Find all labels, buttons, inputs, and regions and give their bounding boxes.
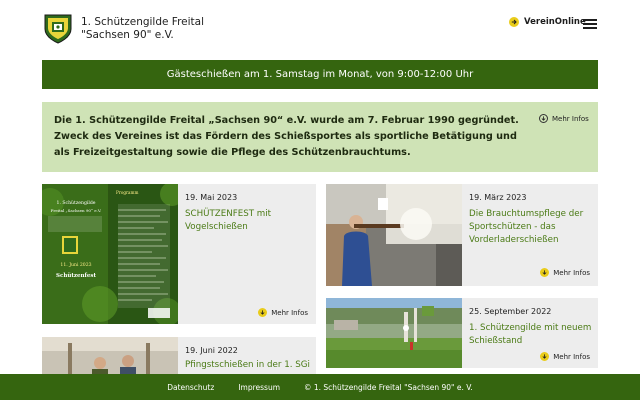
news-title[interactable]: SCHÜTZENFEST mit Vogelschießen xyxy=(185,208,315,234)
arrow-down-circle-icon xyxy=(258,308,268,317)
poster-program-heading: Programm xyxy=(116,190,138,195)
verein-online-label: VereinOnline xyxy=(524,17,586,27)
club-logo[interactable] xyxy=(43,13,73,45)
club-name-line1: 1. Schützengilde Freital xyxy=(81,16,205,28)
imprint-link[interactable]: Impressum xyxy=(238,383,280,392)
banner-text: Gästeschießen am 1. Samstag im Monat, vo… xyxy=(166,69,474,80)
news-title[interactable]: 1. Schützengilde mit neuem Schießstand xyxy=(469,322,599,348)
news-card[interactable]: 19. Juni 2022 Pfingstschießen in der 1. … xyxy=(42,337,316,377)
guest-shooting-banner: Gästeschießen am 1. Samstag im Monat, vo… xyxy=(42,60,598,89)
club-name-line2: "Sachsen 90" e.V. xyxy=(81,29,174,41)
news-date: 25. September 2022 xyxy=(469,307,552,316)
hamburger-icon[interactable] xyxy=(583,19,597,29)
news-card[interactable]: 19. März 2023 Die Brauchtumspflege der S… xyxy=(326,184,598,286)
menu-line xyxy=(583,27,597,29)
site-footer: Datenschutz Impressum © 1. Schützengilde… xyxy=(0,374,640,400)
more-info-label: Mehr Infos xyxy=(271,308,308,317)
news-date: 19. März 2023 xyxy=(469,193,527,202)
more-info-label: Mehr Infos xyxy=(552,114,589,123)
news-more-info-link[interactable]: Mehr Infos xyxy=(258,308,308,317)
club-name[interactable]: 1. Schützengilde Freital "Sachsen 90" e.… xyxy=(81,16,204,42)
news-title[interactable]: Pfingstschießen in der 1. SGi xyxy=(185,359,315,372)
shooting-range-photo[interactable] xyxy=(326,298,462,368)
muzzleloader-shooting-photo[interactable] xyxy=(326,184,462,286)
news-card[interactable]: 1. Schützengilde Freital „Sachsen 90“ e.… xyxy=(42,184,316,324)
more-info-label: Mehr Infos xyxy=(553,268,590,277)
poster-title-line2: Freital „Sachsen 90“ e.V. xyxy=(51,208,102,213)
intro-box: Die 1. Schützengilde Freital „Sachsen 90… xyxy=(42,102,598,172)
menu-line xyxy=(583,23,597,25)
menu-line xyxy=(583,19,597,21)
intro-more-info-link[interactable]: Mehr Infos xyxy=(539,114,589,123)
arrow-down-circle-icon xyxy=(540,268,550,277)
arrow-down-circle-icon xyxy=(540,352,550,361)
pentecost-shooting-photo[interactable] xyxy=(42,337,178,377)
privacy-link[interactable]: Datenschutz xyxy=(167,383,214,392)
page: 1. Schützengilde Freital "Sachsen 90" e.… xyxy=(0,0,640,400)
verein-online-link[interactable]: VereinOnline xyxy=(509,17,586,27)
poster-date: 11. Juni 2023 xyxy=(60,262,91,268)
more-info-label: Mehr Infos xyxy=(553,352,590,361)
poster-event: Schützenfest xyxy=(56,272,96,279)
poster-title-line1: 1. Schützengilde xyxy=(57,200,96,206)
news-date: 19. Mai 2023 xyxy=(185,193,238,202)
copyright-text: © 1. Schützengilde Freital "Sachsen 90" … xyxy=(304,382,473,392)
news-more-info-link[interactable]: Mehr Infos xyxy=(540,352,590,361)
news-date: 19. Juni 2022 xyxy=(185,346,238,355)
intro-text: Die 1. Schützengilde Freital „Sachsen 90… xyxy=(54,115,519,158)
news-card[interactable]: 25. September 2022 1. Schützengilde mit … xyxy=(326,298,598,368)
news-more-info-link[interactable]: Mehr Infos xyxy=(540,268,590,277)
event-poster-image[interactable]: 1. Schützengilde Freital „Sachsen 90“ e.… xyxy=(42,184,178,324)
arrow-down-circle-icon xyxy=(539,114,548,123)
arrow-right-icon xyxy=(509,17,519,27)
site-header: 1. Schützengilde Freital "Sachsen 90" e.… xyxy=(0,0,640,52)
news-title[interactable]: Die Brauchtumspflege der Sportschützen -… xyxy=(469,208,599,247)
